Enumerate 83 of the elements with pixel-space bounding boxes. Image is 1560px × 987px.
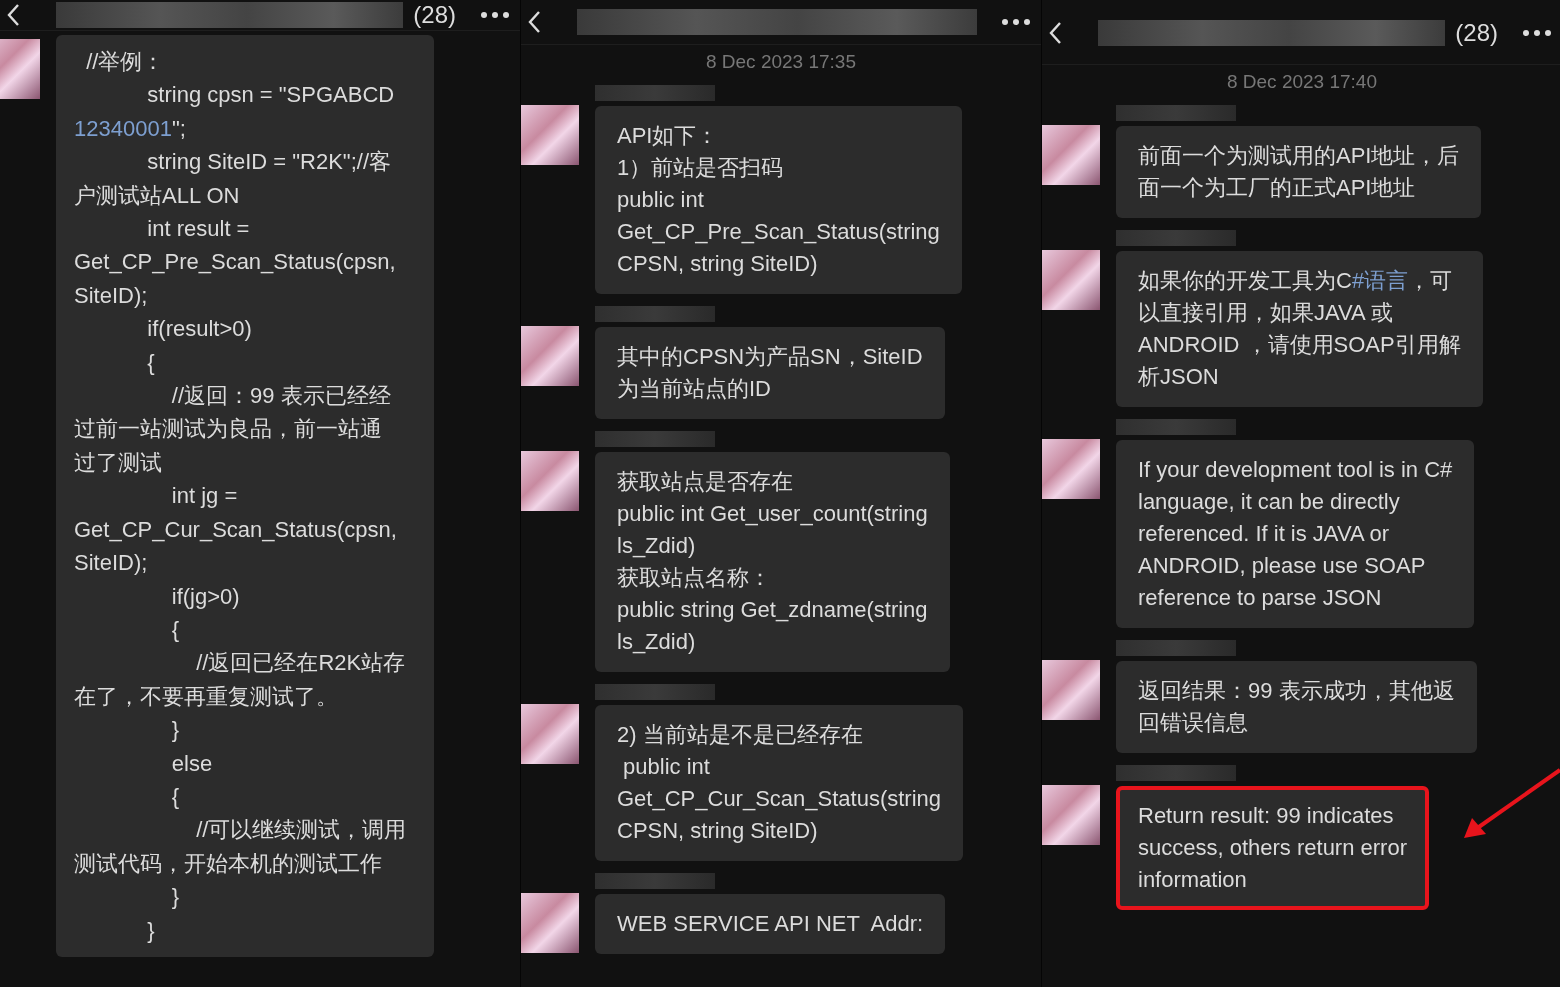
timestamp: 8 Dec 2023 17:40 <box>1226 71 1378 93</box>
message-text: 返回结果：99 表示成功，其他返 <box>1138 677 1455 705</box>
message-text: 面一个为工厂的正式API地址 <box>1138 174 1417 202</box>
message-text: public string Get_zdname(string <box>617 596 928 624</box>
message-text: 过前一站测试为良品，前一站通 <box>74 415 383 444</box>
message-text: 1）前站是否扫码 <box>617 154 785 182</box>
message-text: ANDROID ，请使用SOAP引用解 <box>1138 331 1461 359</box>
message-text: 获取站点是否存在 <box>617 468 794 496</box>
message-text: 回错误信息 <box>1138 709 1249 737</box>
message-text: API如下： <box>617 122 720 150</box>
message-text: else <box>170 749 214 778</box>
avatar-placeholder <box>521 451 579 511</box>
message-text: } <box>170 716 181 745</box>
avatar-placeholder <box>1042 125 1100 185</box>
message-text: string SiteID = "R2K";//客 <box>146 148 392 177</box>
avatar-placeholder <box>521 105 579 165</box>
message-text: public int <box>622 753 711 781</box>
message-text: reference to parse JSON <box>1138 584 1383 612</box>
link[interactable]: #语言 <box>1351 268 1409 293</box>
message-text: string cpsn = "SPGABCD <box>146 81 396 110</box>
avatar-placeholder <box>521 326 579 386</box>
message-text: 过了测试 <box>74 448 163 477</box>
message-text: } <box>146 916 156 945</box>
message-text: CPSN, string SiteID) <box>617 250 819 278</box>
message-text: referenced. If it is JAVA or <box>1138 520 1391 548</box>
back-icon[interactable] <box>1048 21 1062 45</box>
message-text: ls_Zdid) <box>617 628 697 656</box>
message-text: { <box>146 348 156 377</box>
back-icon[interactable] <box>6 3 20 27</box>
message-text: if(jg>0) <box>170 582 241 611</box>
message-text: WEB SERVICE API NET Addr: <box>617 910 924 938</box>
message-text: 测试代码，开始本机的测试工作 <box>74 849 383 878</box>
message-text: //举例： <box>85 48 166 76</box>
message-text: 前面一个为测试用的API地址，后 <box>1138 142 1460 170</box>
message-text: //返回：99 表示已经经 <box>170 382 392 411</box>
message-text: Get_CP_Cur_Scan_Status(cpsn, <box>74 515 398 544</box>
message-text: CPSN, string SiteID) <box>617 817 819 845</box>
message-text: success, others return error <box>1138 834 1407 862</box>
message-text: } <box>170 883 181 912</box>
message-text: 在了，不要再重复测试了。 <box>74 682 339 711</box>
message-text: Get_CP_Cur_Scan_Status(string <box>617 785 942 813</box>
message-text: int jg = <box>170 482 239 511</box>
message-text: int result = <box>146 215 251 244</box>
message-text: Get_CP_Pre_Scan_Status(cpsn, <box>74 248 397 277</box>
message-text: //返回已经在R2K站存 <box>195 649 407 678</box>
message-text: language, it can be directly <box>1138 488 1401 516</box>
message-text: if(result>0) <box>146 315 253 344</box>
avatar-placeholder <box>1042 660 1100 720</box>
message-text: 其中的CPSN为产品SN，SiteID <box>617 343 923 371</box>
message-text: ANDROID, please use SOAP <box>1138 552 1427 580</box>
message-text: ls_Zdid) <box>617 532 697 560</box>
back-icon[interactable] <box>527 10 541 34</box>
message-text: 析JSON <box>1138 363 1220 391</box>
more-icon[interactable] <box>1522 29 1552 37</box>
message-text: public int Get_user_count(string <box>617 500 928 528</box>
message-text: { <box>170 615 181 644</box>
message-text: 2) 当前站是不是已经存在 <box>617 721 864 749</box>
message-text: information <box>1138 866 1248 894</box>
avatar-placeholder <box>1042 250 1100 310</box>
message-text: 如果你的开发工具为C#语言，可 <box>1138 267 1454 295</box>
link[interactable]: 12340001 <box>74 115 172 141</box>
avatar-placeholder <box>1042 785 1100 845</box>
message-text: 获取站点名称： <box>617 564 772 592</box>
avatar-placeholder <box>521 704 579 764</box>
message-text: Get_CP_Pre_Scan_Status(string <box>617 218 940 246</box>
message-text: 户测试站ALL ON <box>74 181 241 210</box>
message-text: 12340001"; <box>74 114 187 143</box>
message-text: public int <box>617 186 705 214</box>
message-text: Return result: 99 indicates <box>1138 802 1395 830</box>
avatar-placeholder <box>1042 439 1100 499</box>
member-count: (28) <box>413 1 456 29</box>
timestamp: 8 Dec 2023 17:35 <box>705 51 857 73</box>
more-icon[interactable] <box>480 11 510 19</box>
member-count: (28) <box>1455 19 1498 47</box>
more-icon[interactable] <box>1001 18 1031 26</box>
message-text: SiteID); <box>74 549 149 578</box>
message-text: //可以继续测试，调用 <box>195 816 407 845</box>
message-text: SiteID); <box>74 281 149 310</box>
message-text: { <box>170 782 181 811</box>
avatar-placeholder <box>521 893 579 953</box>
message-text: 为当前站点的ID <box>617 375 772 403</box>
message-text: If your development tool is in C# <box>1138 456 1453 484</box>
message-text: 以直接引用，如果JAVA 或 <box>1138 299 1394 327</box>
